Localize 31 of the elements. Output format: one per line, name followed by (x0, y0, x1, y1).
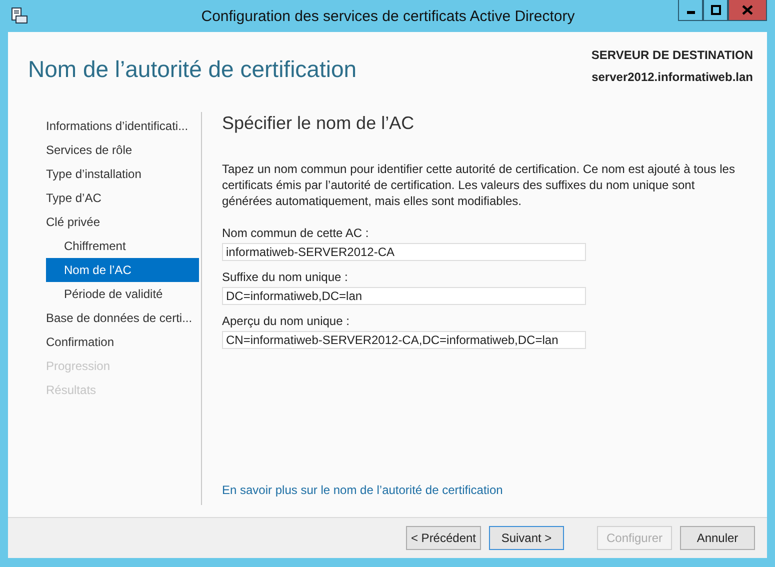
input-field[interactable]: CN=informatiweb-SERVER2012-CA,DC=informatiweb,DC=lan (222, 331, 586, 349)
sidebar-item[interactable]: Informations d’identificati... (46, 114, 199, 138)
sidebar-item[interactable]: Période de validité (46, 282, 199, 306)
input-field[interactable]: informatiweb-SERVER2012-CA (222, 243, 586, 261)
field-label: Aperçu du nom unique : (222, 313, 350, 329)
sidebar-item[interactable]: Nom de l’AC (46, 258, 199, 282)
sidebar-item[interactable]: Base de données de certi... (46, 306, 199, 330)
sidebar-item[interactable]: Type d’AC (46, 186, 199, 210)
sidebar-item[interactable]: Type d’installation (46, 162, 199, 186)
window-title: Configuration des services de certificats Active Directory (200, 8, 576, 24)
sidebar-item[interactable]: Confirmation (46, 330, 199, 354)
close-button[interactable] (728, 0, 767, 21)
server-label: SERVEUR DE DESTINATION (591, 47, 753, 64)
sidebar-item[interactable]: Chiffrement (46, 234, 199, 258)
close-icon (742, 5, 753, 15)
server-name: server2012.informatiweb.lan (591, 69, 753, 86)
field-label: Suffixe du nom unique : (222, 269, 349, 285)
description-text: Tapez un nom commun pour identifier cette autorité de certification. Ce nom est ajouté à tous les certificats émis par l’autorité de certification. Les valeurs des suffixes du nom unique sont générées automatiquement, mais elles sont modifiables. (222, 161, 736, 209)
wizard-button[interactable]: Annuler (680, 526, 755, 550)
input-field[interactable]: DC=informatiweb,DC=lan (222, 287, 586, 305)
wizard-button[interactable]: < Précédent (406, 526, 481, 550)
sidebar-item[interactable]: Clé privée (46, 210, 199, 234)
help-link[interactable]: En savoir plus sur le nom de l’autorité de certification (222, 483, 503, 497)
maximize-icon (710, 5, 720, 15)
sidebar-item[interactable]: Services de rôle (46, 138, 199, 162)
page-title: Nom de l’autorité de certification (28, 56, 357, 84)
field-label: Nom commun de cette AC : (222, 225, 370, 241)
wizard-button[interactable]: Suivant > (489, 526, 564, 550)
minimize-button[interactable] (678, 0, 703, 21)
section-heading: Spécifier le nom de l’AC (222, 113, 416, 134)
app-icon (10, 7, 28, 25)
